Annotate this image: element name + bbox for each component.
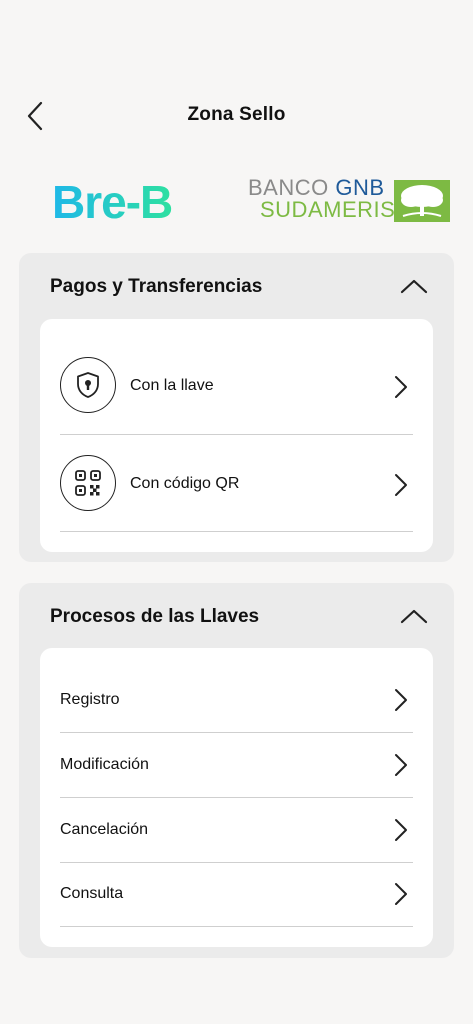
option-modificacion[interactable]: Modificación	[60, 733, 413, 798]
page-title: Zona Sello	[187, 104, 286, 125]
chevron-right-icon	[395, 754, 407, 776]
banco-gnb-sudameris-logo: BANCO GNB SUDAMERIS	[246, 175, 454, 226]
section-procesos-llaves: Procesos de las Llaves Registro Modifica…	[19, 583, 454, 958]
breb-logo: Bre-B	[52, 176, 198, 233]
option-label: Con la llave	[130, 377, 214, 394]
option-label: Cancelación	[60, 821, 149, 838]
section-header: Pagos y Transferencias	[50, 271, 434, 301]
collapse-button[interactable]	[394, 601, 434, 631]
options-card: Con la llave Con código QR	[40, 319, 433, 552]
option-consulta[interactable]: Consulta	[60, 863, 413, 927]
option-cancelacion[interactable]: Cancelación	[60, 798, 413, 863]
collapse-button[interactable]	[394, 271, 434, 301]
option-con-la-llave[interactable]: Con la llave	[60, 337, 413, 435]
tree-icon	[394, 180, 450, 222]
option-registro[interactable]: Registro	[60, 668, 413, 733]
qr-code-icon	[60, 455, 116, 511]
keyhole-shield-icon	[60, 357, 116, 413]
top-bar: Zona Sello	[0, 96, 473, 136]
chevron-right-icon	[395, 474, 407, 496]
option-label: Con código QR	[130, 475, 240, 492]
options-card: Registro Modificación Cancelación Consul…	[40, 648, 433, 947]
section-title: Pagos y Transferencias	[50, 276, 263, 297]
chevron-right-icon	[395, 819, 407, 841]
option-label: Modificación	[60, 756, 149, 773]
chevron-right-icon	[395, 376, 407, 398]
section-pagos-transferencias: Pagos y Transferencias Con la llave Con …	[19, 253, 454, 562]
breb-logo-text: Bre-B	[52, 178, 172, 228]
section-header: Procesos de las Llaves	[50, 601, 434, 631]
section-title: Procesos de las Llaves	[50, 606, 260, 627]
chevron-up-icon	[400, 609, 428, 624]
option-label: Consulta	[60, 885, 124, 902]
chevron-right-icon	[395, 883, 407, 905]
chevron-up-icon	[400, 279, 428, 294]
brand-logos: Bre-B BANCO GNB SUDAMERIS	[0, 168, 473, 238]
option-label: Registro	[60, 691, 120, 708]
option-con-codigo-qr[interactable]: Con código QR	[60, 435, 413, 532]
chevron-right-icon	[395, 689, 407, 711]
bank-logo-sudameris: SUDAMERIS	[260, 197, 396, 222]
